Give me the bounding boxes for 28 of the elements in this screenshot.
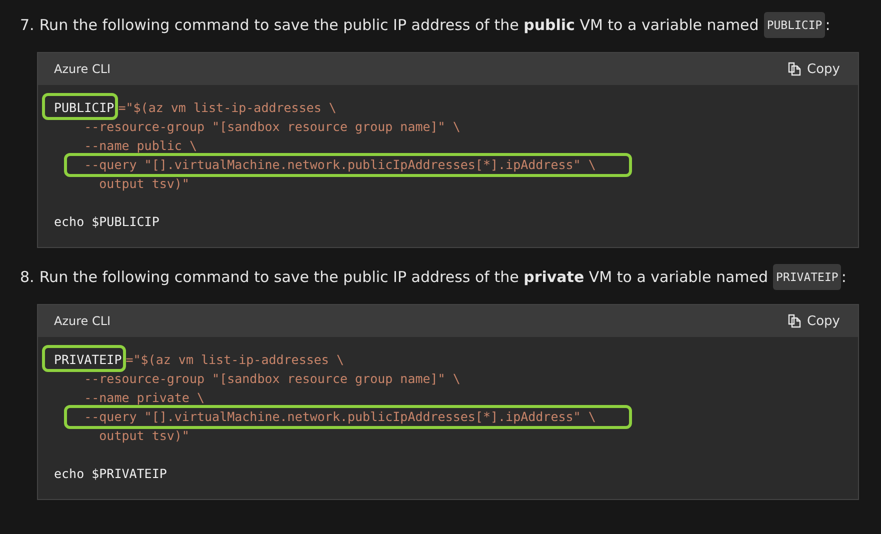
code-text: PRIVATEIP (54, 352, 126, 367)
instruction-text: Run the following command to save the public IP address of the public VM to a variable named (39, 15, 759, 36)
punctuation: : (841, 267, 846, 288)
copy-icon (788, 62, 802, 76)
code-text: ="$(az vm list-ip-addresses \ (126, 352, 344, 367)
language-label: Azure CLI (54, 314, 111, 328)
code-text: echo $PUBLICIP (54, 214, 160, 229)
code-text: ="$(az vm list-ip-addresses \ (118, 100, 336, 115)
code-text: --resource-group "[sandbox resource group name]" \ (83, 119, 460, 134)
code-text: --name public \ (83, 138, 197, 153)
code-text: output tsv)" (98, 428, 190, 443)
step-number: 8. (20, 267, 34, 288)
punctuation: : (825, 15, 830, 36)
code-text: output tsv)" (98, 176, 190, 191)
copy-button[interactable]: Copy (784, 60, 844, 78)
copy-button[interactable]: Copy (784, 312, 844, 330)
code-text: echo $PRIVATEIP (54, 466, 167, 481)
instruction-text: Run the following command to save the public IP address of the private VM to a variable named (39, 267, 768, 288)
code-text: PUBLICIP (54, 100, 118, 115)
code-text: --resource-group "[sandbox resource group name]" \ (83, 371, 460, 386)
copy-icon (788, 314, 802, 328)
step-number: 7. (20, 15, 34, 36)
inline-code: PUBLICIP (764, 12, 826, 38)
code-text: --query "[].virtualMachine.network.publicIpAddresses[*].ipAddress" \ (83, 157, 596, 172)
language-label: Azure CLI (54, 62, 111, 76)
code-text: --query "[].virtualMachine.network.publicIpAddresses[*].ipAddress" \ (83, 409, 596, 424)
inline-code: PRIVATEIP (773, 264, 842, 290)
code-text: --name private \ (83, 390, 205, 405)
